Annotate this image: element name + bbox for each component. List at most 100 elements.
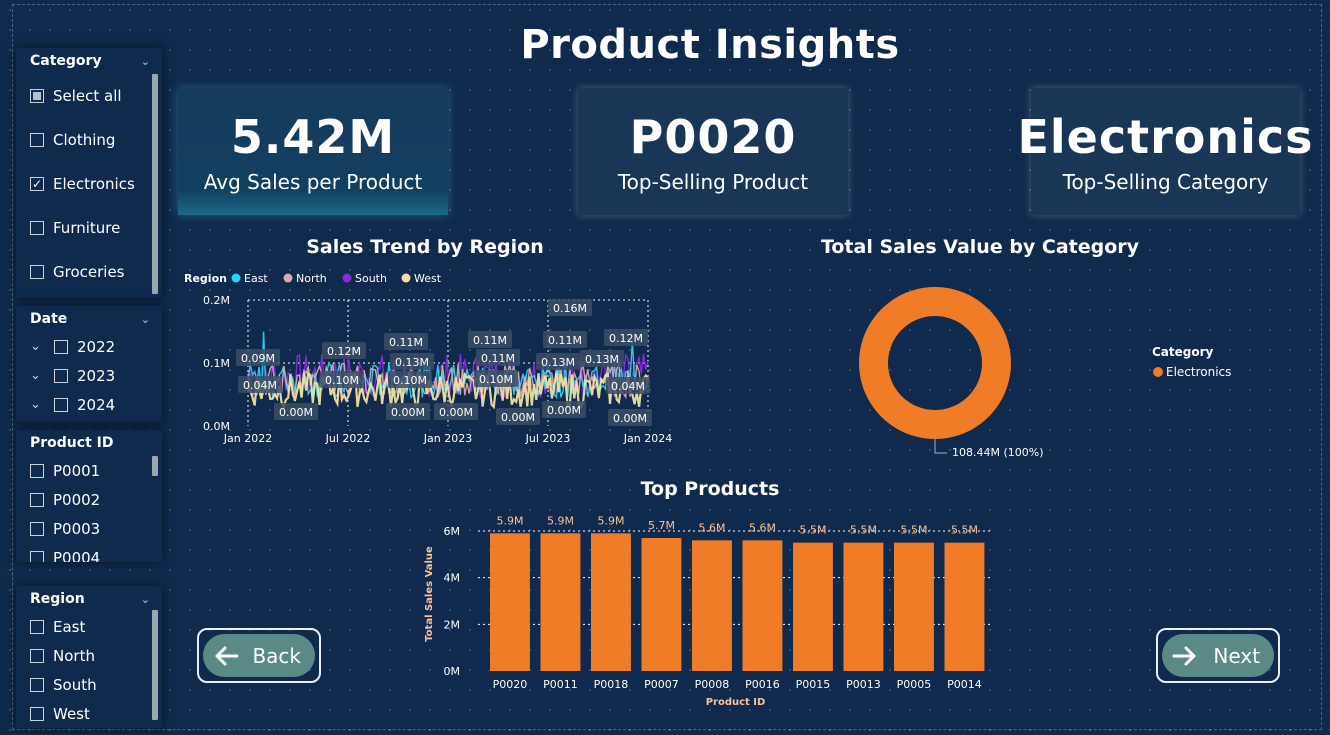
checkbox-icon[interactable]: [54, 397, 68, 412]
category-slicer-list: Select all Clothing ✓ Electronics Furnit…: [16, 74, 162, 294]
expand-chevron-icon[interactable]: ⌄: [30, 368, 46, 383]
checkbox-icon[interactable]: [30, 221, 44, 235]
data-label: 0.13M: [541, 356, 575, 369]
region-item-label: West: [53, 704, 90, 723]
top-products-bar-chart[interactable]: 0M 2M 4M 6M 5.9M P0020 5.9M P0011 5.9M P0018 5.7M P…: [418, 505, 1000, 715]
x-tick-label: P0020: [493, 678, 528, 691]
y-tick-label: 0.2M: [203, 294, 230, 307]
bar: [894, 542, 934, 671]
category-slicer-title: Category: [30, 53, 102, 69]
checkbox-icon[interactable]: [30, 619, 44, 634]
category-item-select-all[interactable]: Select all: [16, 74, 162, 118]
data-label: 0.09M: [241, 352, 275, 365]
bar-data-label: 5.9M: [547, 514, 574, 527]
checkbox-icon[interactable]: [30, 521, 44, 536]
chevron-down-icon[interactable]: ⌄: [141, 593, 150, 606]
data-label: 0.10M: [479, 373, 513, 386]
y-tick-label: 2M: [444, 618, 461, 631]
product-item-p0002[interactable]: P0002: [16, 485, 162, 514]
checkbox-icon[interactable]: [30, 265, 44, 279]
region-item-north[interactable]: North: [16, 641, 162, 670]
product-item-label: P0003: [53, 519, 101, 538]
partial-checkbox-icon[interactable]: [30, 89, 44, 103]
product-item-label: P0001: [53, 461, 101, 480]
data-label: 0.00M: [439, 406, 473, 419]
sales-trend-line-chart[interactable]: Region East North South West0.0M0.1M0.2MJan …: [178, 262, 678, 462]
back-button-pill[interactable]: Back: [203, 634, 315, 677]
category-slicer-header: Category ⌄: [16, 48, 162, 74]
product-item-p0003[interactable]: P0003: [16, 514, 162, 543]
date-item-2022[interactable]: ⌄ 2022: [16, 332, 162, 361]
y-tick-label: 6M: [444, 525, 461, 538]
back-button-label: Back: [252, 643, 301, 668]
data-label: 0.00M: [547, 404, 581, 417]
legend-marker: [342, 273, 352, 283]
arrow-left-icon: [215, 646, 239, 665]
leader-line: [934, 439, 947, 454]
checkbox-icon[interactable]: [30, 550, 44, 562]
x-tick-label: Jul 2022: [325, 432, 371, 445]
next-button-pill[interactable]: Next: [1162, 634, 1274, 677]
x-tick-label: P0005: [897, 678, 932, 691]
legend-marker: [401, 273, 411, 283]
category-item-label: Furniture: [53, 219, 121, 237]
scrollbar[interactable]: [152, 74, 158, 294]
region-item-west[interactable]: West: [16, 699, 162, 728]
expand-chevron-icon[interactable]: ⌄: [30, 339, 46, 354]
chevron-down-icon[interactable]: ⌄: [141, 313, 150, 326]
bar-data-label: 5.6M: [749, 521, 776, 534]
scrollbar[interactable]: [152, 610, 158, 720]
bar-chart-title: Top Products: [640, 478, 780, 500]
x-axis-title: Product ID: [706, 697, 766, 708]
expand-chevron-icon[interactable]: ⌄: [30, 397, 46, 412]
x-tick-label: Jan 2023: [423, 432, 472, 445]
date-item-label: 2022: [77, 337, 116, 356]
checkbox-icon[interactable]: [54, 339, 68, 354]
x-tick-label: P0015: [796, 678, 831, 691]
category-item-groceries[interactable]: Groceries: [16, 250, 162, 294]
kpi-value: Electronics: [1017, 109, 1314, 164]
checkbox-icon[interactable]: [30, 677, 44, 692]
category-item-label: Groceries: [53, 263, 125, 281]
next-button-label: Next: [1213, 643, 1260, 668]
checkbox-icon[interactable]: [30, 706, 44, 721]
legend-label: North: [296, 272, 327, 285]
data-label: 0.00M: [279, 406, 313, 419]
next-button[interactable]: Next: [1156, 628, 1280, 683]
chevron-down-icon[interactable]: ⌄: [141, 55, 150, 68]
region-item-east[interactable]: East: [16, 612, 162, 641]
date-item-2024[interactable]: ⌄ 2024: [16, 390, 162, 419]
kpi-label: Top-Selling Category: [1062, 169, 1269, 194]
checkbox-icon[interactable]: [54, 368, 68, 383]
data-label: 0.13M: [395, 356, 429, 369]
back-button[interactable]: Back: [197, 628, 321, 683]
region-item-south[interactable]: South: [16, 670, 162, 699]
category-item-clothing[interactable]: Clothing: [16, 118, 162, 162]
y-tick-label: 0.1M: [203, 357, 230, 370]
data-label: 0.11M: [473, 334, 507, 347]
product-item-p0004[interactable]: P0004: [16, 543, 162, 562]
category-donut-chart[interactable]: 108.44M (100%) Category Electronics: [840, 270, 1260, 470]
category-item-furniture[interactable]: Furniture: [16, 206, 162, 250]
checkbox-icon[interactable]: [30, 492, 44, 507]
data-label: 0.16M: [553, 302, 587, 315]
product-item-label: P0004: [53, 548, 101, 563]
scrollbar[interactable]: [152, 456, 158, 476]
product-item-p0001[interactable]: P0001: [16, 456, 162, 485]
category-item-electronics[interactable]: ✓ Electronics: [16, 162, 162, 206]
bar: [490, 533, 530, 671]
checkbox-icon[interactable]: [30, 133, 44, 147]
checked-checkbox-icon[interactable]: ✓: [30, 177, 44, 191]
category-item-label: Select all: [53, 87, 122, 105]
data-label: 0.10M: [325, 374, 359, 387]
bar: [591, 533, 631, 671]
checkbox-icon[interactable]: [30, 648, 44, 663]
data-label: 0.00M: [391, 406, 425, 419]
data-label: 0.13M: [585, 353, 619, 366]
checkbox-icon[interactable]: [30, 463, 44, 478]
product-slicer-header: Product ID: [16, 430, 162, 456]
kpi-card-top-product: P0020 Top-Selling Product: [578, 88, 848, 215]
date-item-2023[interactable]: ⌄ 2023: [16, 361, 162, 390]
legend-marker: [231, 273, 241, 283]
bar-data-label: 5.5M: [850, 524, 877, 537]
